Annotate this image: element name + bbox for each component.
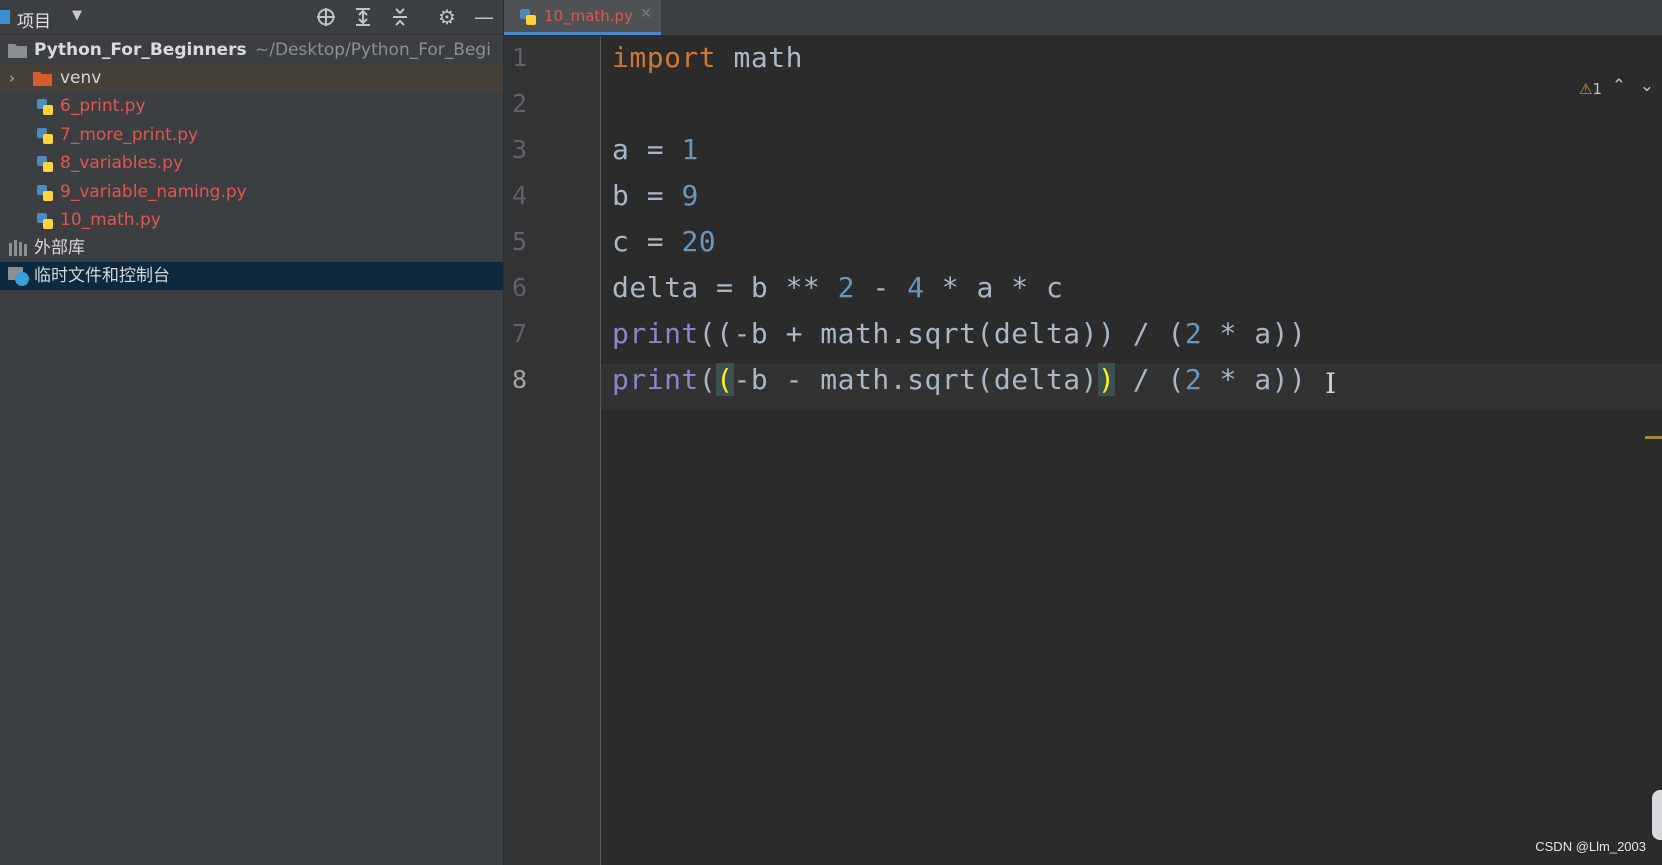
chevron-up-icon[interactable]: ⌃ <box>1612 76 1626 96</box>
number-literal: 2 <box>1184 317 1203 350</box>
tree-file-item[interactable]: 8_variables.py <box>0 149 503 177</box>
number-literal: 2 <box>1184 363 1203 396</box>
code-line-3[interactable]: a = 1 <box>612 133 699 166</box>
python-file-icon <box>37 99 53 115</box>
code-text: ((-b + math.sqrt(delta)) / ( <box>698 317 1185 350</box>
folder-icon <box>33 72 52 86</box>
python-file-icon <box>37 128 53 144</box>
python-file-icon <box>37 213 53 229</box>
matched-bracket: ) <box>1098 363 1116 396</box>
tree-root-project[interactable]: Python_For_Beginners ~/Desktop/Python_Fo… <box>0 36 503 64</box>
current-line-number: 8 <box>512 365 528 394</box>
number-literal: 4 <box>907 271 925 304</box>
code-line-5[interactable]: c = 20 <box>612 225 716 258</box>
code-text: -b - math.sqrt(delta) <box>733 363 1099 396</box>
code-text: * a * c <box>924 271 1064 304</box>
line-number: 6 <box>512 273 528 302</box>
scratches-label: 临时文件和控制台 <box>34 266 170 286</box>
locate-file-icon[interactable] <box>314 5 338 29</box>
inspection-warning-indicator[interactable]: ⚠1 <box>1579 80 1602 98</box>
code-text: / ( <box>1115 363 1185 396</box>
line-number: 3 <box>512 135 528 164</box>
builtin-print: print <box>612 363 699 396</box>
project-panel-icon <box>0 10 10 24</box>
code-text: * a)) <box>1202 317 1307 350</box>
project-panel-header: 项目 ▼ ⚙ — <box>0 0 503 35</box>
matched-bracket: ( <box>716 363 734 396</box>
project-view-title[interactable]: 项目 <box>17 7 51 32</box>
tree-file-item[interactable]: 7_more_print.py <box>0 121 503 149</box>
code-text: ( <box>698 363 717 396</box>
code-text: * a)) <box>1202 363 1307 396</box>
number-literal: 1 <box>681 133 699 166</box>
code-line-4[interactable]: b = 9 <box>612 179 699 212</box>
warning-icon: ⚠ <box>1579 80 1593 98</box>
project-path: ~/Desktop/Python_For_Begi <box>255 40 491 60</box>
minimize-icon[interactable]: — <box>472 5 496 29</box>
line-number: 7 <box>512 319 528 348</box>
tree-item-external-libraries[interactable]: 外部库 <box>0 234 503 262</box>
folder-icon <box>8 44 27 58</box>
close-icon[interactable]: ✕ <box>640 6 652 22</box>
file-label: 10_math.py <box>60 210 161 230</box>
file-label: 9_variable_naming.py <box>60 182 247 202</box>
venv-label: venv <box>60 68 102 88</box>
code-line-6[interactable]: delta = b ** 2 - 4 * a * c <box>612 271 1063 304</box>
code-line-7[interactable]: print((-b + math.sqrt(delta)) / (2 * a)) <box>612 317 1306 350</box>
external-libraries-label: 外部库 <box>34 238 85 258</box>
number-literal: 20 <box>681 225 717 258</box>
scrollbar-thumb[interactable] <box>1652 790 1662 840</box>
code-text: - <box>855 271 908 304</box>
builtin-print: print <box>612 317 699 350</box>
line-number: 1 <box>512 43 528 72</box>
file-label: 8_variables.py <box>60 153 184 173</box>
editor-tab-bar: 10_math.py ✕ <box>504 0 1662 36</box>
library-icon <box>9 240 27 256</box>
file-label: 6_print.py <box>60 96 146 116</box>
python-file-icon <box>520 9 536 25</box>
tree-item-venv[interactable]: › venv <box>0 64 503 92</box>
code-line-1[interactable]: import math <box>612 41 803 74</box>
chevron-down-icon[interactable]: ▼ <box>72 8 82 23</box>
file-label: 7_more_print.py <box>60 125 199 145</box>
code-line-8[interactable]: print((-b - math.sqrt(delta)) / (2 * a)) <box>612 363 1306 396</box>
line-number: 5 <box>512 227 528 256</box>
line-number: 4 <box>512 181 528 210</box>
number-literal: 2 <box>837 271 856 304</box>
keyword-import: import <box>612 41 717 74</box>
code-text: math <box>716 41 803 74</box>
line-number: 2 <box>512 89 528 118</box>
tree-item-scratches[interactable]: 临时文件和控制台 <box>0 262 503 290</box>
tree-file-item[interactable]: 9_variable_naming.py <box>0 178 503 206</box>
tab-label: 10_math.py <box>544 7 633 25</box>
tab-10-math[interactable]: 10_math.py ✕ <box>504 0 661 35</box>
collapse-all-icon[interactable] <box>388 5 412 29</box>
scratches-icon <box>8 267 29 286</box>
gear-icon[interactable]: ⚙ <box>435 5 459 29</box>
text-cursor-icon: I <box>1325 367 1337 400</box>
expand-all-icon[interactable] <box>351 5 375 29</box>
warning-stripe-mark[interactable] <box>1645 436 1662 439</box>
python-file-icon <box>37 156 53 172</box>
code-text: c = <box>612 225 682 258</box>
project-name: Python_For_Beginners <box>34 40 247 60</box>
watermark-text: CSDN @Llm_2003 <box>1535 839 1646 854</box>
code-text: b = <box>612 179 682 212</box>
tree-file-item[interactable]: 6_print.py <box>0 92 503 120</box>
tree-file-item[interactable]: 10_math.py <box>0 206 503 234</box>
project-panel: 项目 ▼ ⚙ — Python_For_Beginners ~/Desktop/… <box>0 0 503 865</box>
code-text: delta = b ** <box>612 271 838 304</box>
code-text: a = <box>612 133 682 166</box>
code-editor[interactable]: import math a = 1 b = 9 c = 20 delta = b… <box>601 36 1662 865</box>
chevron-right-icon[interactable]: › <box>9 64 15 92</box>
python-file-icon <box>37 185 53 201</box>
chevron-down-icon[interactable]: ⌄ <box>1640 76 1654 96</box>
warning-count: 1 <box>1592 80 1602 98</box>
line-number-gutter[interactable]: 1 2 3 4 5 6 7 8 <box>504 36 601 865</box>
number-literal: 9 <box>681 179 699 212</box>
